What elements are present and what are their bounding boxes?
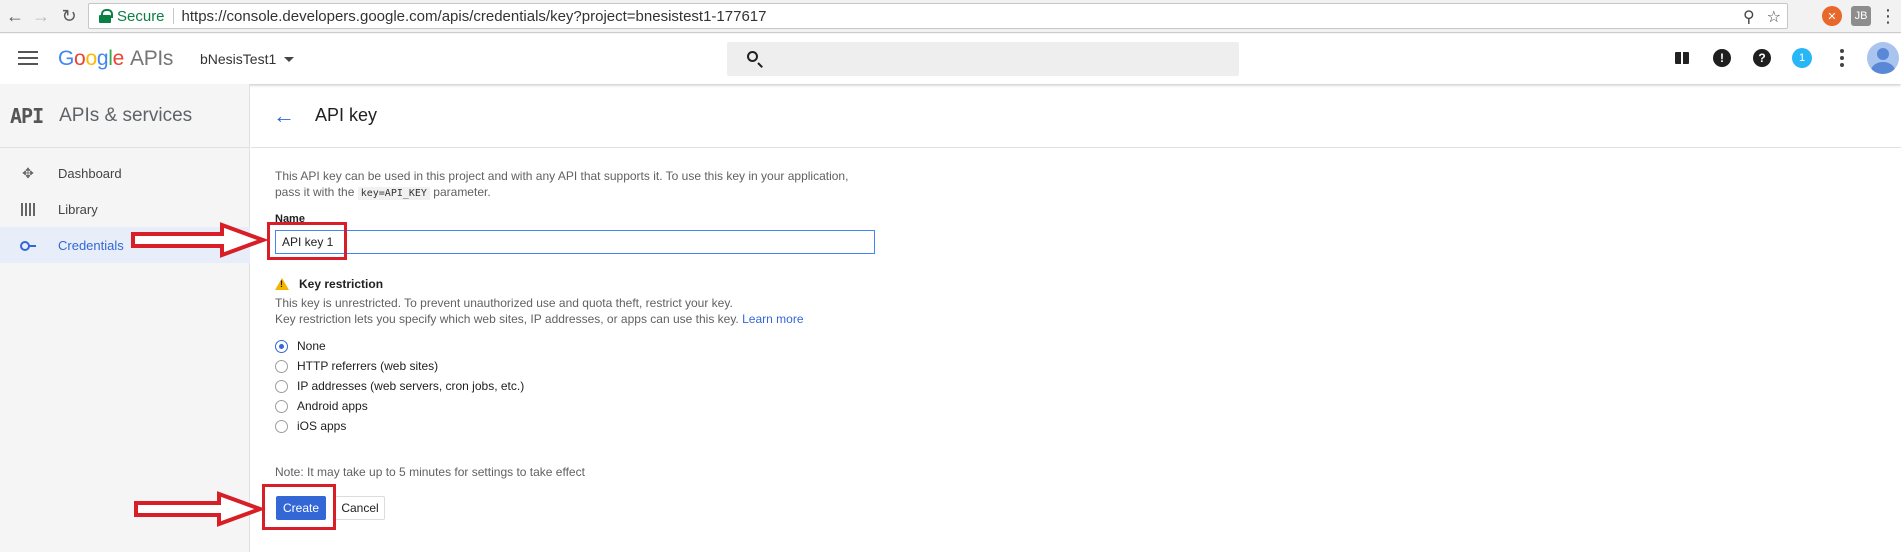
page-title: API key xyxy=(315,105,378,125)
more-options-icon[interactable] xyxy=(1832,48,1852,68)
sidebar-item-label: Library xyxy=(58,201,98,217)
sidebar-item-label: Dashboard xyxy=(58,165,122,181)
url-text[interactable]: https://console.developers.google.com/ap… xyxy=(182,8,767,25)
learn-more-link[interactable]: Learn more xyxy=(742,312,803,326)
radio-option-ip-addresses[interactable]: IP addresses (web servers, cron jobs, et… xyxy=(275,379,524,393)
annotation-highlight-name xyxy=(267,222,347,260)
avatar[interactable] xyxy=(1867,42,1899,74)
back-arrow-icon[interactable]: ← xyxy=(4,5,26,27)
name-field[interactable] xyxy=(275,230,875,254)
radio-label: IP addresses (web servers, cron jobs, et… xyxy=(297,379,525,393)
cancel-button[interactable]: Cancel xyxy=(335,496,385,520)
radio-label: None xyxy=(297,339,326,353)
key-icon[interactable]: ⚲ xyxy=(1743,7,1755,27)
secure-label: Secure xyxy=(117,7,165,25)
reload-icon[interactable]: ↻ xyxy=(58,5,80,27)
google-apis-logo[interactable]: Google APIs xyxy=(58,47,173,71)
menu-icon[interactable]: ⋮ xyxy=(1878,6,1898,26)
key-restriction-line-2: Key restriction lets you specify which w… xyxy=(275,312,804,326)
sidebar-item-dashboard[interactable]: ✥ Dashboard xyxy=(0,155,250,191)
lock-icon xyxy=(99,9,113,23)
annotation-arrow-icon xyxy=(134,491,266,527)
radio-option-android-apps[interactable]: Android apps xyxy=(275,399,368,413)
search-input[interactable] xyxy=(727,42,1239,76)
page-header: ← API key xyxy=(251,84,1901,148)
radio-button[interactable] xyxy=(275,399,288,413)
description-line-2: pass it with the key=API_KEY parameter. xyxy=(275,185,491,200)
extension-jb-icon[interactable]: JB xyxy=(1851,6,1871,26)
extension-close-icon[interactable]: ✕ xyxy=(1822,6,1842,26)
hamburger-menu-icon[interactable] xyxy=(18,51,38,66)
radio-label: iOS apps xyxy=(297,419,347,433)
radio-option-ios-apps[interactable]: iOS apps xyxy=(275,419,346,433)
note-text: Note: It may take up to 5 minutes for se… xyxy=(275,465,585,479)
chevron-down-icon xyxy=(284,56,295,62)
notification-count: 1 xyxy=(1792,48,1812,68)
library-icon xyxy=(18,202,38,216)
project-name: bNesisTest1 xyxy=(200,51,277,67)
radio-label: HTTP referrers (web sites) xyxy=(297,359,439,373)
dashboard-icon: ✥ xyxy=(22,164,34,181)
radio-option-none[interactable]: None xyxy=(275,339,326,353)
warning-icon xyxy=(275,278,289,290)
back-arrow-icon[interactable]: ← xyxy=(273,103,295,129)
help-icon[interactable]: ? xyxy=(1752,48,1772,68)
browser-toolbar: ← → ↻ Secure https://console.developers.… xyxy=(0,0,1901,33)
radio-button[interactable] xyxy=(275,379,288,393)
radio-button[interactable] xyxy=(275,339,288,353)
annotation-highlight-create xyxy=(262,484,336,530)
description-line-1: This API key can be used in this project… xyxy=(275,169,849,183)
annotation-arrow-icon xyxy=(131,222,269,258)
radio-option-http-referrers[interactable]: HTTP referrers (web sites) xyxy=(275,359,438,373)
search-icon xyxy=(747,51,758,62)
description: This API key can be used in this project… xyxy=(275,168,975,202)
key-restriction-text: This key is unrestricted. To prevent una… xyxy=(275,295,804,327)
code-snippet: key=API_KEY xyxy=(357,187,430,200)
key-icon xyxy=(18,241,38,251)
project-selector[interactable]: bNesisTest1 xyxy=(200,51,295,67)
radio-button[interactable] xyxy=(275,359,288,373)
star-icon[interactable]: ☆ xyxy=(1767,7,1781,27)
gift-icon[interactable] xyxy=(1672,48,1692,68)
api-logo-icon: API xyxy=(10,103,44,128)
key-restriction-title: Key restriction xyxy=(275,277,383,291)
sidebar: API APIs & services ✥ Dashboard Library … xyxy=(0,84,250,552)
notifications-icon[interactable]: 1 xyxy=(1792,48,1812,68)
divider xyxy=(172,8,174,24)
radio-label: Android apps xyxy=(297,399,368,413)
sidebar-header: API APIs & services xyxy=(0,84,249,148)
forward-arrow-icon[interactable]: → xyxy=(30,5,52,27)
radio-button[interactable] xyxy=(275,419,288,433)
sidebar-title: APIs & services xyxy=(59,104,193,126)
key-restriction-line-1: This key is unrestricted. To prevent una… xyxy=(275,296,733,310)
sidebar-item-label: Credentials xyxy=(58,237,124,253)
feedback-icon[interactable]: ! xyxy=(1712,48,1732,68)
app-header: Google APIs bNesisTest1 ! ? 1 xyxy=(0,34,1901,84)
address-bar[interactable]: Secure https://console.developers.google… xyxy=(88,3,1788,29)
